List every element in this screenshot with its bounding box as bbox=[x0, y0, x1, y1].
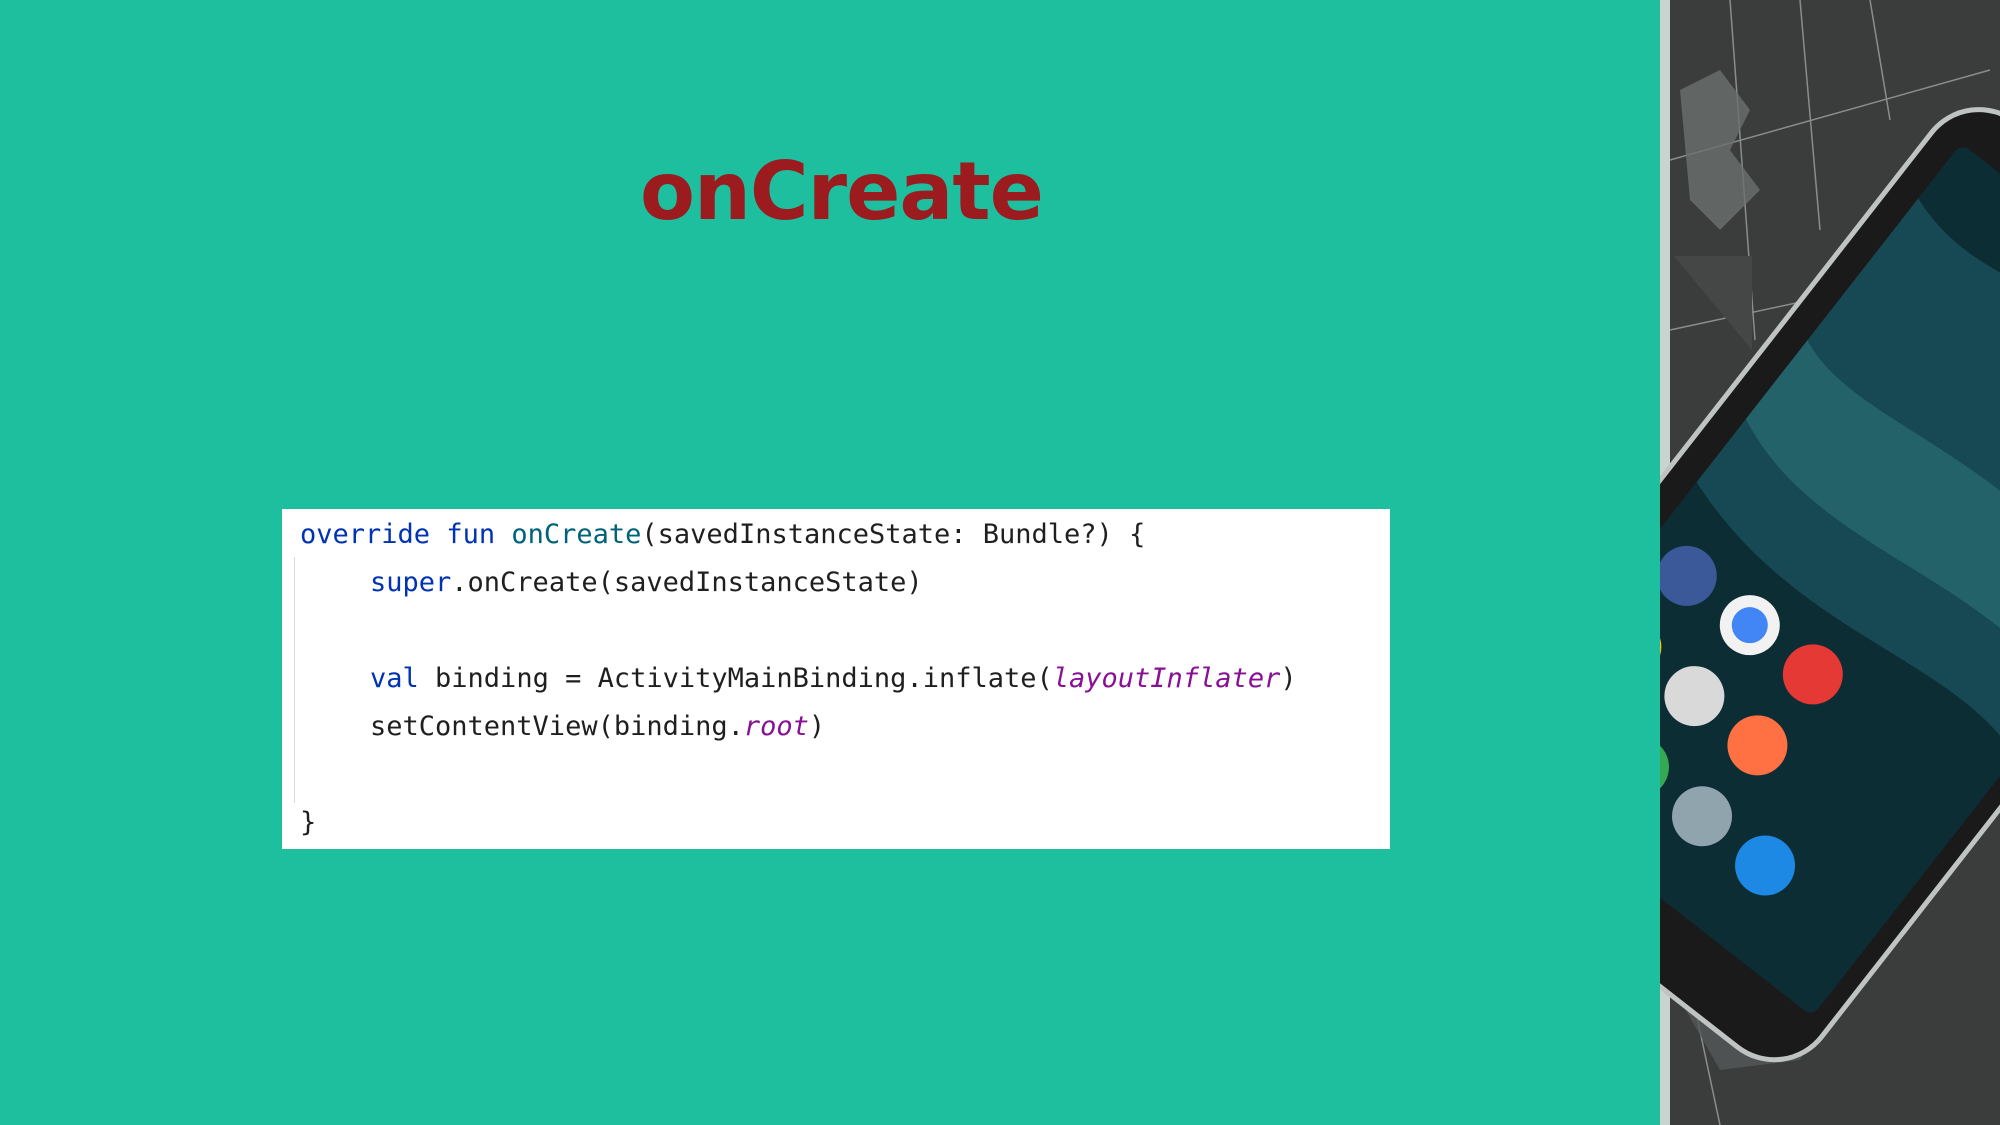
property-root: root bbox=[743, 711, 809, 742]
function-signature: (savedInstanceState: Bundle?) { bbox=[641, 519, 1146, 550]
code-snippet: override fun onCreate(savedInstanceState… bbox=[282, 509, 1390, 849]
closing-paren: ) bbox=[1280, 663, 1297, 694]
keyword-override: override bbox=[300, 519, 431, 550]
setcontentview-call: setContentView(binding. bbox=[370, 711, 744, 742]
function-name: onCreate bbox=[511, 519, 642, 550]
keyword-super: super bbox=[370, 567, 452, 598]
keyword-fun: fun bbox=[446, 519, 496, 550]
closing-paren: ) bbox=[808, 711, 826, 742]
code-line-2: super.onCreate(savedInstanceState) bbox=[370, 567, 923, 598]
code-line-4: setContentView(binding.root) bbox=[370, 711, 825, 742]
property-layoutinflater: layoutInflater bbox=[1052, 663, 1281, 694]
phone-on-map-photo bbox=[1660, 0, 2000, 1125]
slide: onCreate override fun onCreate(savedInst… bbox=[0, 0, 2000, 1125]
code-line-1: override fun onCreate(savedInstanceState… bbox=[300, 519, 1145, 550]
slide-title: onCreate bbox=[640, 145, 1044, 238]
binding-assignment: binding = ActivityMainBinding.inflate( bbox=[418, 663, 1053, 694]
code-line-3: val binding = ActivityMainBinding.inflat… bbox=[370, 663, 1297, 694]
keyword-val: val bbox=[370, 663, 419, 694]
super-call: .onCreate(savedInstanceState) bbox=[451, 567, 923, 598]
code-line-5: } bbox=[300, 807, 317, 838]
indent-guide bbox=[294, 557, 295, 803]
